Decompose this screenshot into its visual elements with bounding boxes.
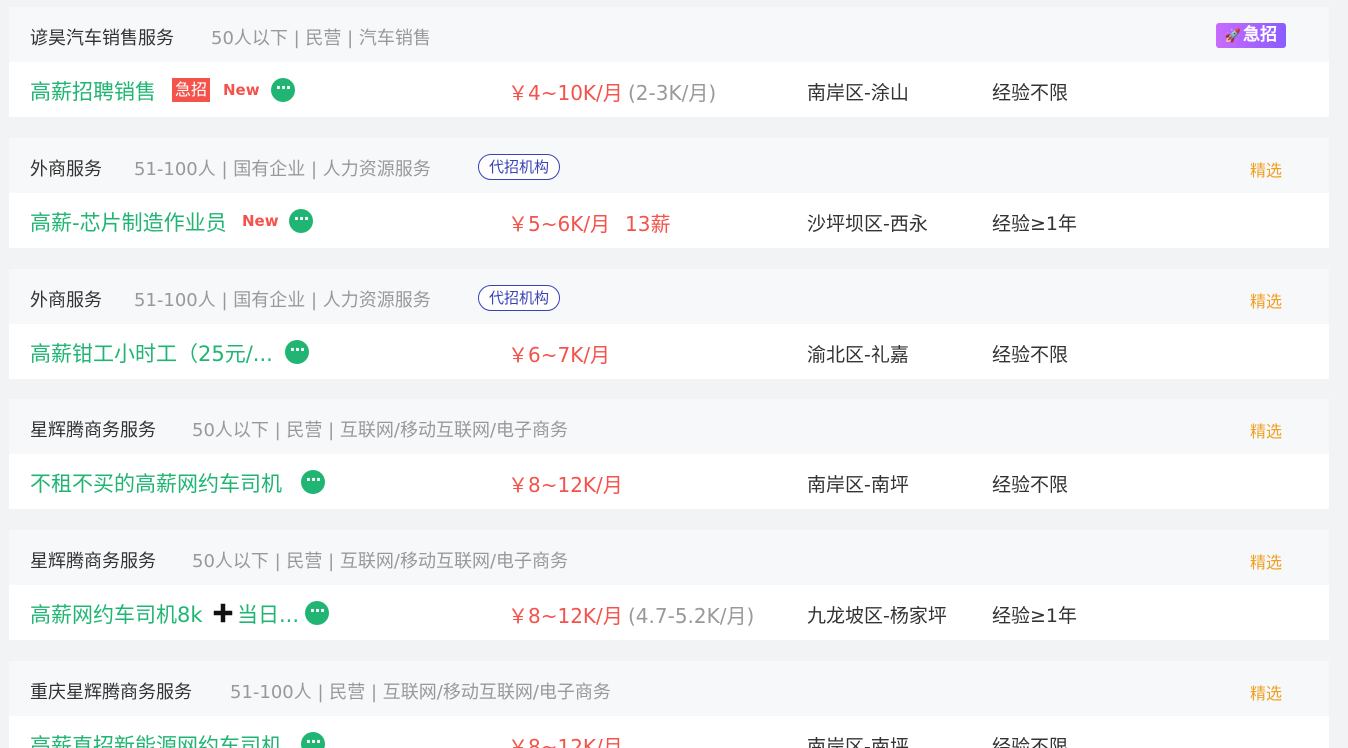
job-title-continued[interactable]: 当日... xyxy=(237,599,299,629)
agency-badge: 代招机构 xyxy=(478,154,561,180)
experience: 经验不限 xyxy=(992,736,1069,748)
company-row: 外商服务 51-100人 | 国有企业 | 人力资源服务 代招机构 精选 xyxy=(9,269,1329,324)
new-tag: New xyxy=(223,81,260,99)
experience: 经验不限 xyxy=(992,82,1069,104)
job-row: 高薪-芯片制造作业员 New ￥5~6K/月 13薪 沙坪坝区-西永 经验≥1年 xyxy=(9,193,1329,248)
featured-tag: 精选 xyxy=(1249,161,1282,180)
job-row: 高薪钳工小时工（25元/... ￥6~7K/月 渝北区-礼嘉 经验不限 xyxy=(9,324,1329,379)
company-row: 星辉腾商务服务 50人以下 | 民营 | 互联网/移动互联网/电子商务 精选 xyxy=(9,399,1329,454)
salary: ￥6~7K/月 xyxy=(508,343,611,367)
company-name[interactable]: 星辉腾商务服务 xyxy=(30,416,156,442)
job-row: 高薪网约车司机8k 当日... ￥8~12K/月 (4.7-5.2K/月) 九龙… xyxy=(9,585,1329,640)
company-name[interactable]: 外商服务 xyxy=(30,286,102,312)
hot-tag: 急招 xyxy=(172,78,211,102)
job-row: 高薪招聘销售 急招 New ￥4~10K/月 (2-3K/月) 南岸区-涂山 经… xyxy=(9,62,1329,117)
company-name[interactable]: 外商服务 xyxy=(30,155,102,181)
rocket-icon: 🚀 xyxy=(1224,29,1242,44)
company-meta: 50人以下 | 民营 | 汽车销售 xyxy=(211,28,431,49)
salary: ￥4~10K/月 xyxy=(508,81,623,105)
job-card[interactable]: 重庆星辉腾商务服务 51-100人 | 民营 | 互联网/移动互联网/电子商务 … xyxy=(9,661,1329,748)
job-title[interactable]: 不租不买的高薪网约车司机 xyxy=(30,468,282,498)
location: 沙坪坝区-西永 xyxy=(807,213,928,235)
new-tag: New xyxy=(242,212,279,230)
job-card[interactable]: 外商服务 51-100人 | 国有企业 | 人力资源服务 代招机构 精选 高薪-… xyxy=(9,138,1329,248)
salary-extra: (2-3K/月) xyxy=(628,81,717,105)
job-title[interactable]: 高薪直招新能源网约车司机 xyxy=(30,730,282,748)
job-card[interactable]: 谚昊汽车销售服务 50人以下 | 民营 | 汽车销售 🚀 急招 高薪招聘销售 急招… xyxy=(9,7,1329,117)
salary: ￥8~12K/月 xyxy=(508,604,623,628)
agency-badge: 代招机构 xyxy=(478,285,561,311)
job-title[interactable]: 高薪钳工小时工（25元/... xyxy=(30,338,273,368)
company-meta: 50人以下 | 民营 | 互联网/移动互联网/电子商务 xyxy=(192,551,569,572)
job-card[interactable]: 星辉腾商务服务 50人以下 | 民营 | 互联网/移动互联网/电子商务 精选 不… xyxy=(9,399,1329,509)
job-title[interactable]: 高薪网约车司机8k xyxy=(30,599,203,629)
company-name[interactable]: 谚昊汽车销售服务 xyxy=(30,24,174,50)
job-card[interactable]: 星辉腾商务服务 50人以下 | 民营 | 互联网/移动互联网/电子商务 精选 高… xyxy=(9,530,1329,640)
chat-bubble-icon[interactable] xyxy=(285,340,309,364)
company-meta: 50人以下 | 民营 | 互联网/移动互联网/电子商务 xyxy=(192,420,569,441)
experience: 经验≥1年 xyxy=(992,213,1078,235)
location: 九龙坡区-杨家坪 xyxy=(807,605,947,627)
company-meta: 51-100人 | 民营 | 互联网/移动互联网/电子商务 xyxy=(230,682,611,703)
company-row: 谚昊汽车销售服务 50人以下 | 民营 | 汽车销售 🚀 急招 xyxy=(9,7,1329,62)
job-title[interactable]: 高薪-芯片制造作业员 xyxy=(30,207,227,237)
company-row: 重庆星辉腾商务服务 51-100人 | 民营 | 互联网/移动互联网/电子商务 … xyxy=(9,661,1329,716)
salary: ￥8~12K/月 xyxy=(508,473,623,497)
chat-bubble-icon[interactable] xyxy=(301,732,325,748)
chat-bubble-icon[interactable] xyxy=(271,78,295,102)
location: 南岸区-涂山 xyxy=(807,82,909,104)
location: 渝北区-礼嘉 xyxy=(807,344,909,366)
chat-bubble-icon[interactable] xyxy=(301,470,325,494)
experience: 经验不限 xyxy=(992,344,1069,366)
featured-tag: 精选 xyxy=(1249,684,1282,703)
job-card[interactable]: 外商服务 51-100人 | 国有企业 | 人力资源服务 代招机构 精选 高薪钳… xyxy=(9,269,1329,379)
job-list: 谚昊汽车销售服务 50人以下 | 民营 | 汽车销售 🚀 急招 高薪招聘销售 急招… xyxy=(0,0,1348,748)
company-meta: 51-100人 | 国有企业 | 人力资源服务 xyxy=(134,159,431,180)
company-meta: 51-100人 | 国有企业 | 人力资源服务 xyxy=(134,290,431,311)
job-row: 高薪直招新能源网约车司机 ￥8~12K/月 南岸区-南坪 经验不限 xyxy=(9,716,1329,748)
job-title[interactable]: 高薪招聘销售 xyxy=(30,76,156,106)
salary-extra: 13薪 xyxy=(625,212,671,236)
company-name[interactable]: 星辉腾商务服务 xyxy=(30,547,156,573)
featured-tag: 精选 xyxy=(1249,422,1282,441)
job-row: 不租不买的高薪网约车司机 ￥8~12K/月 南岸区-南坪 经验不限 xyxy=(9,454,1329,509)
company-row: 外商服务 51-100人 | 国有企业 | 人力资源服务 代招机构 精选 xyxy=(9,138,1329,193)
salary: ￥5~6K/月 xyxy=(508,212,611,236)
location: 南岸区-南坪 xyxy=(807,736,909,748)
urgent-badge: 🚀 急招 xyxy=(1216,23,1286,48)
featured-tag: 精选 xyxy=(1249,553,1282,572)
chat-bubble-icon[interactable] xyxy=(305,601,329,625)
move-cursor-icon xyxy=(212,602,234,624)
salary: ￥8~12K/月 xyxy=(508,735,623,748)
salary-extra: (4.7-5.2K/月) xyxy=(628,604,755,628)
company-name[interactable]: 重庆星辉腾商务服务 xyxy=(30,678,192,704)
experience: 经验不限 xyxy=(992,474,1069,496)
location: 南岸区-南坪 xyxy=(807,474,909,496)
experience: 经验≥1年 xyxy=(992,605,1078,627)
chat-bubble-icon[interactable] xyxy=(289,209,313,233)
company-row: 星辉腾商务服务 50人以下 | 民营 | 互联网/移动互联网/电子商务 精选 xyxy=(9,530,1329,585)
featured-tag: 精选 xyxy=(1249,292,1282,311)
